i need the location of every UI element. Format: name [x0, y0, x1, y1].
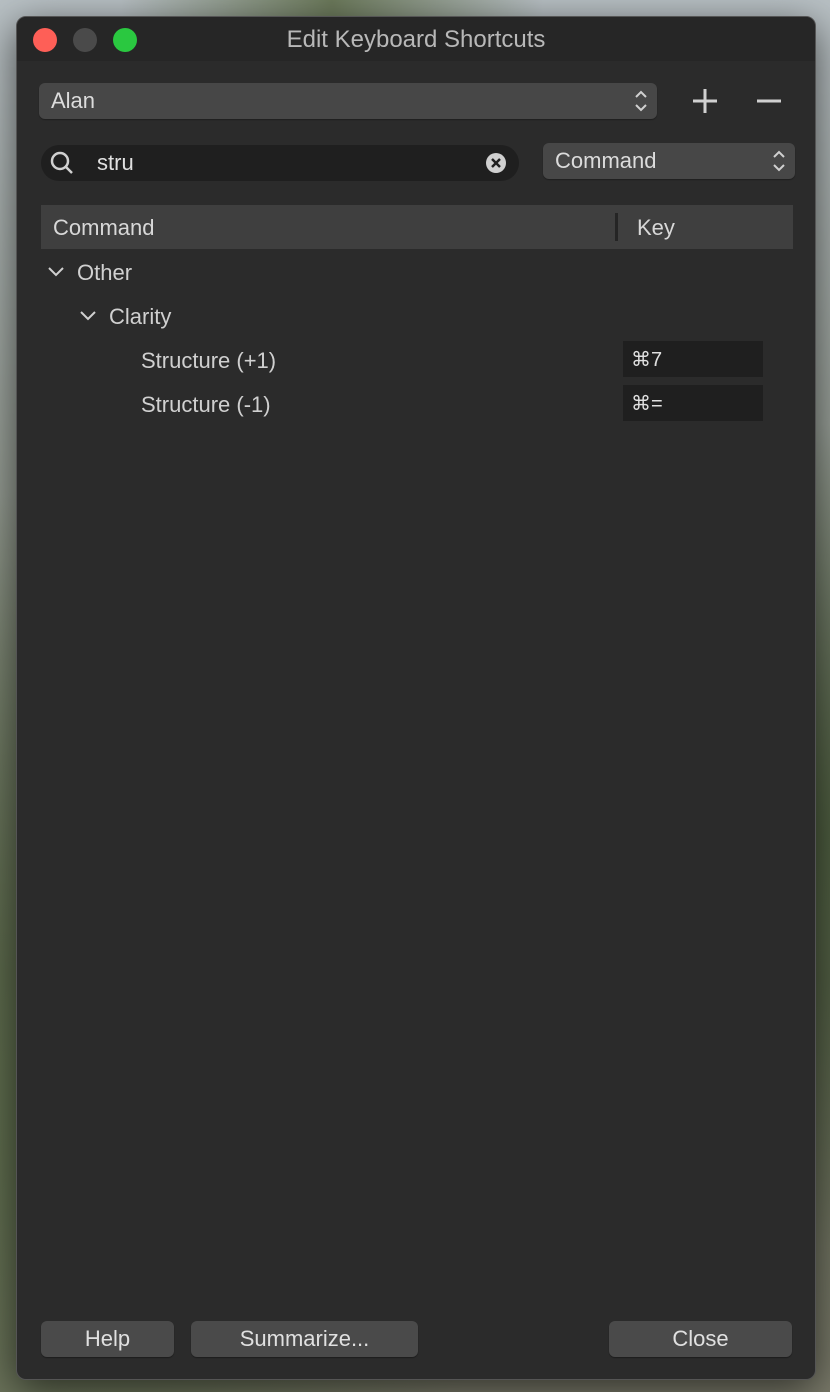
search-field-value: Command: [555, 148, 657, 173]
window-title: Edit Keyboard Shortcuts: [286, 26, 546, 53]
edit-keyboard-shortcuts-window: Edit Keyboard Shortcuts Alan Command: [16, 16, 816, 1380]
tree-group-other[interactable]: Other: [41, 253, 793, 293]
up-down-chevron-icon: [635, 90, 647, 112]
shortcut-key-field[interactable]: ⌘7: [623, 341, 763, 377]
plus-icon[interactable]: [685, 81, 725, 121]
column-header-key[interactable]: Key: [637, 205, 675, 251]
column-header-command[interactable]: Command: [53, 205, 154, 251]
shortcut-command: Structure (+1): [141, 348, 277, 373]
shortcut-set-select[interactable]: Alan: [39, 83, 657, 119]
summarize-button[interactable]: Summarize...: [191, 1321, 418, 1357]
table-header: Command Key: [41, 205, 793, 249]
search-field: [41, 145, 519, 181]
tree-group-label: Other: [77, 260, 133, 285]
search-input[interactable]: [97, 145, 477, 181]
search-field-select[interactable]: Command: [543, 143, 795, 179]
tree-subgroup-clarity[interactable]: Clarity: [41, 297, 793, 337]
help-button[interactable]: Help: [41, 1321, 174, 1357]
close-button[interactable]: Close: [609, 1321, 792, 1357]
column-divider[interactable]: [615, 213, 618, 241]
shortcut-key-field[interactable]: ⌘=: [623, 385, 763, 421]
shortcut-set-value: Alan: [51, 88, 96, 113]
chevron-down-icon[interactable]: [79, 307, 97, 325]
chevron-down-icon[interactable]: [47, 263, 65, 281]
shortcut-row[interactable]: Structure (+1) ⌘7: [41, 341, 793, 381]
minus-icon[interactable]: [749, 81, 789, 121]
title-bar: Edit Keyboard Shortcuts: [17, 17, 815, 61]
shortcut-command: Structure (-1): [141, 392, 271, 417]
shortcut-row[interactable]: Structure (-1) ⌘=: [41, 385, 793, 425]
clear-search-icon[interactable]: [485, 152, 507, 174]
tree-subgroup-label: Clarity: [109, 304, 172, 329]
up-down-chevron-icon: [773, 150, 785, 172]
search-icon: [50, 151, 73, 174]
